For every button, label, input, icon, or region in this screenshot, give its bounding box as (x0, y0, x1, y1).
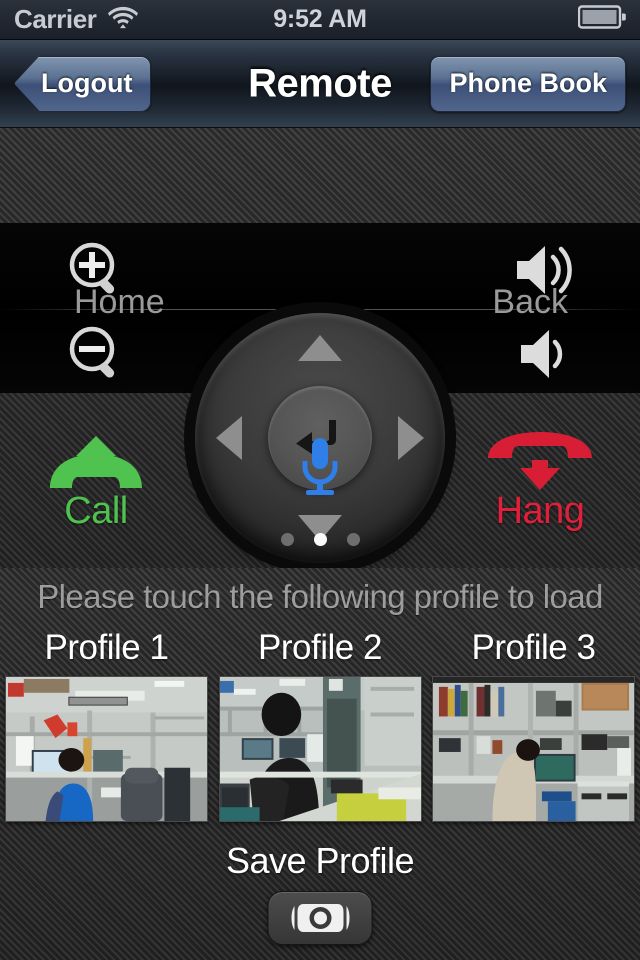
volume-up-icon[interactable] (508, 236, 584, 304)
call-button[interactable]: Call (42, 434, 150, 533)
call-controls: Call Hang (0, 428, 640, 532)
camera-icon (291, 904, 349, 932)
volume-down-icon[interactable] (508, 320, 584, 388)
call-label: Call (64, 490, 128, 532)
save-profile-button[interactable] (267, 891, 373, 945)
save-profile-label: Save Profile (225, 840, 415, 881)
profiles-hint: Please touch the following profile to lo… (37, 578, 603, 615)
app-root: Carrier 9:52 AM Logout Remote Phone Book… (0, 0, 640, 960)
profile-list: Profile 1 Profile 2 Profile 3 (0, 628, 640, 822)
profile-item-3[interactable]: Profile 3 (432, 628, 635, 822)
profiles-panel: Please touch the following profile to lo… (0, 568, 640, 960)
microphone-button[interactable] (297, 436, 343, 498)
page-dot-3[interactable] (346, 533, 360, 546)
battery-icon (577, 5, 626, 34)
phone-book-button[interactable]: Phone Book (430, 55, 626, 112)
zoom-in-icon[interactable] (62, 236, 132, 304)
microphone-icon (302, 438, 338, 495)
phone-call-up-icon (50, 436, 142, 488)
profile-thumbnail[interactable] (432, 676, 635, 822)
profile-thumbnail[interactable] (218, 676, 422, 822)
profile-name: Profile 3 (471, 628, 596, 667)
hang-button[interactable]: Hang (482, 432, 598, 533)
page-indicator[interactable] (0, 533, 640, 546)
arrow-up-icon[interactable] (298, 335, 342, 361)
page-dot-2[interactable] (313, 533, 327, 546)
zoom-out-icon[interactable] (62, 320, 132, 388)
page-dot-1[interactable] (280, 533, 294, 546)
profile-item-2[interactable]: Profile 2 (218, 628, 422, 822)
phone-hang-down-icon (488, 432, 592, 490)
status-bar: Carrier 9:52 AM (0, 0, 640, 40)
carrier-label: Carrier (14, 4, 97, 34)
remote-panel: Home Back Call Hang (0, 128, 640, 568)
profile-item-1[interactable]: Profile 1 (5, 628, 208, 822)
wifi-icon (108, 6, 139, 34)
profile-name: Profile 2 (258, 628, 382, 667)
navigation-bar: Logout Remote Phone Book (0, 40, 640, 128)
profile-thumbnail[interactable] (5, 676, 208, 822)
profile-name: Profile 1 (44, 628, 169, 667)
hang-label: Hang (495, 490, 585, 532)
